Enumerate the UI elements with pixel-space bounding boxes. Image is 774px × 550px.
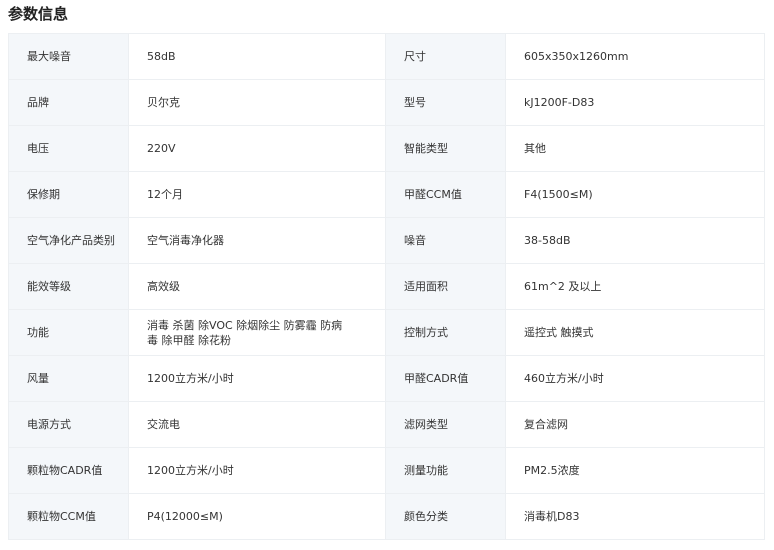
spec-label: 风量 xyxy=(8,355,129,402)
spec-label: 颜色分类 xyxy=(385,493,506,540)
spec-label: 尺寸 xyxy=(385,33,506,80)
spec-row: 风量 1200立方米/小时 甲醛CADR值 460立方米/小时 xyxy=(8,355,765,402)
spec-label: 品牌 xyxy=(8,79,129,126)
spec-value: F4(1500≤M) xyxy=(505,171,765,218)
spec-value: 交流电 xyxy=(128,401,386,448)
spec-row: 颗粒物CCM值 P4(12000≤M) 颜色分类 消毒机D83 xyxy=(8,493,765,540)
spec-value: 复合滤网 xyxy=(505,401,765,448)
spec-value: 61m^2 及以上 xyxy=(505,263,765,310)
spec-row: 最大噪音 58dB 尺寸 605x350x1260mm xyxy=(8,33,765,80)
spec-label: 空气净化产品类别 xyxy=(8,217,129,264)
spec-value: 高效级 xyxy=(128,263,386,310)
spec-label: 测量功能 xyxy=(385,447,506,494)
spec-value: 1200立方米/小时 xyxy=(128,355,386,402)
spec-row: 电源方式 交流电 滤网类型 复合滤网 xyxy=(8,401,765,448)
spec-label: 电源方式 xyxy=(8,401,129,448)
spec-label: 功能 xyxy=(8,309,129,356)
spec-table: 最大噪音 58dB 尺寸 605x350x1260mm 品牌 贝尔克 型号 kJ… xyxy=(8,33,765,540)
spec-value: 贝尔克 xyxy=(128,79,386,126)
spec-label: 保修期 xyxy=(8,171,129,218)
spec-value: 遥控式 触摸式 xyxy=(505,309,765,356)
spec-label: 能效等级 xyxy=(8,263,129,310)
spec-row: 品牌 贝尔克 型号 kJ1200F-D83 xyxy=(8,79,765,126)
section-title: 参数信息 xyxy=(8,5,69,23)
spec-value: 605x350x1260mm xyxy=(505,33,765,80)
spec-value: 38-58dB xyxy=(505,217,765,264)
spec-value: 12个月 xyxy=(128,171,386,218)
spec-value: 消毒 杀菌 除VOC 除烟除尘 防雾霾 防病毒 除甲醛 除花粉 xyxy=(128,309,386,356)
spec-row: 电压 220V 智能类型 其他 xyxy=(8,125,765,172)
spec-row: 能效等级 高效级 适用面积 61m^2 及以上 xyxy=(8,263,765,310)
spec-label: 甲醛CCM值 xyxy=(385,171,506,218)
spec-row: 功能 消毒 杀菌 除VOC 除烟除尘 防雾霾 防病毒 除甲醛 除花粉 控制方式 … xyxy=(8,309,765,356)
spec-value: PM2.5浓度 xyxy=(505,447,765,494)
spec-value: 1200立方米/小时 xyxy=(128,447,386,494)
spec-label: 型号 xyxy=(385,79,506,126)
spec-label: 最大噪音 xyxy=(8,33,129,80)
spec-value: P4(12000≤M) xyxy=(128,493,386,540)
spec-label: 适用面积 xyxy=(385,263,506,310)
spec-value: 消毒机D83 xyxy=(505,493,765,540)
spec-label: 电压 xyxy=(8,125,129,172)
spec-value: kJ1200F-D83 xyxy=(505,79,765,126)
spec-label: 滤网类型 xyxy=(385,401,506,448)
spec-value: 58dB xyxy=(128,33,386,80)
spec-row: 颗粒物CADR值 1200立方米/小时 测量功能 PM2.5浓度 xyxy=(8,447,765,494)
spec-row: 空气净化产品类别 空气消毒净化器 噪音 38-58dB xyxy=(8,217,765,264)
spec-value: 220V xyxy=(128,125,386,172)
spec-value: 空气消毒净化器 xyxy=(128,217,386,264)
spec-value: 460立方米/小时 xyxy=(505,355,765,402)
spec-row: 保修期 12个月 甲醛CCM值 F4(1500≤M) xyxy=(8,171,765,218)
spec-label: 颗粒物CCM值 xyxy=(8,493,129,540)
spec-value: 其他 xyxy=(505,125,765,172)
spec-label: 甲醛CADR值 xyxy=(385,355,506,402)
spec-label: 噪音 xyxy=(385,217,506,264)
spec-label: 控制方式 xyxy=(385,309,506,356)
spec-label: 颗粒物CADR值 xyxy=(8,447,129,494)
spec-label: 智能类型 xyxy=(385,125,506,172)
